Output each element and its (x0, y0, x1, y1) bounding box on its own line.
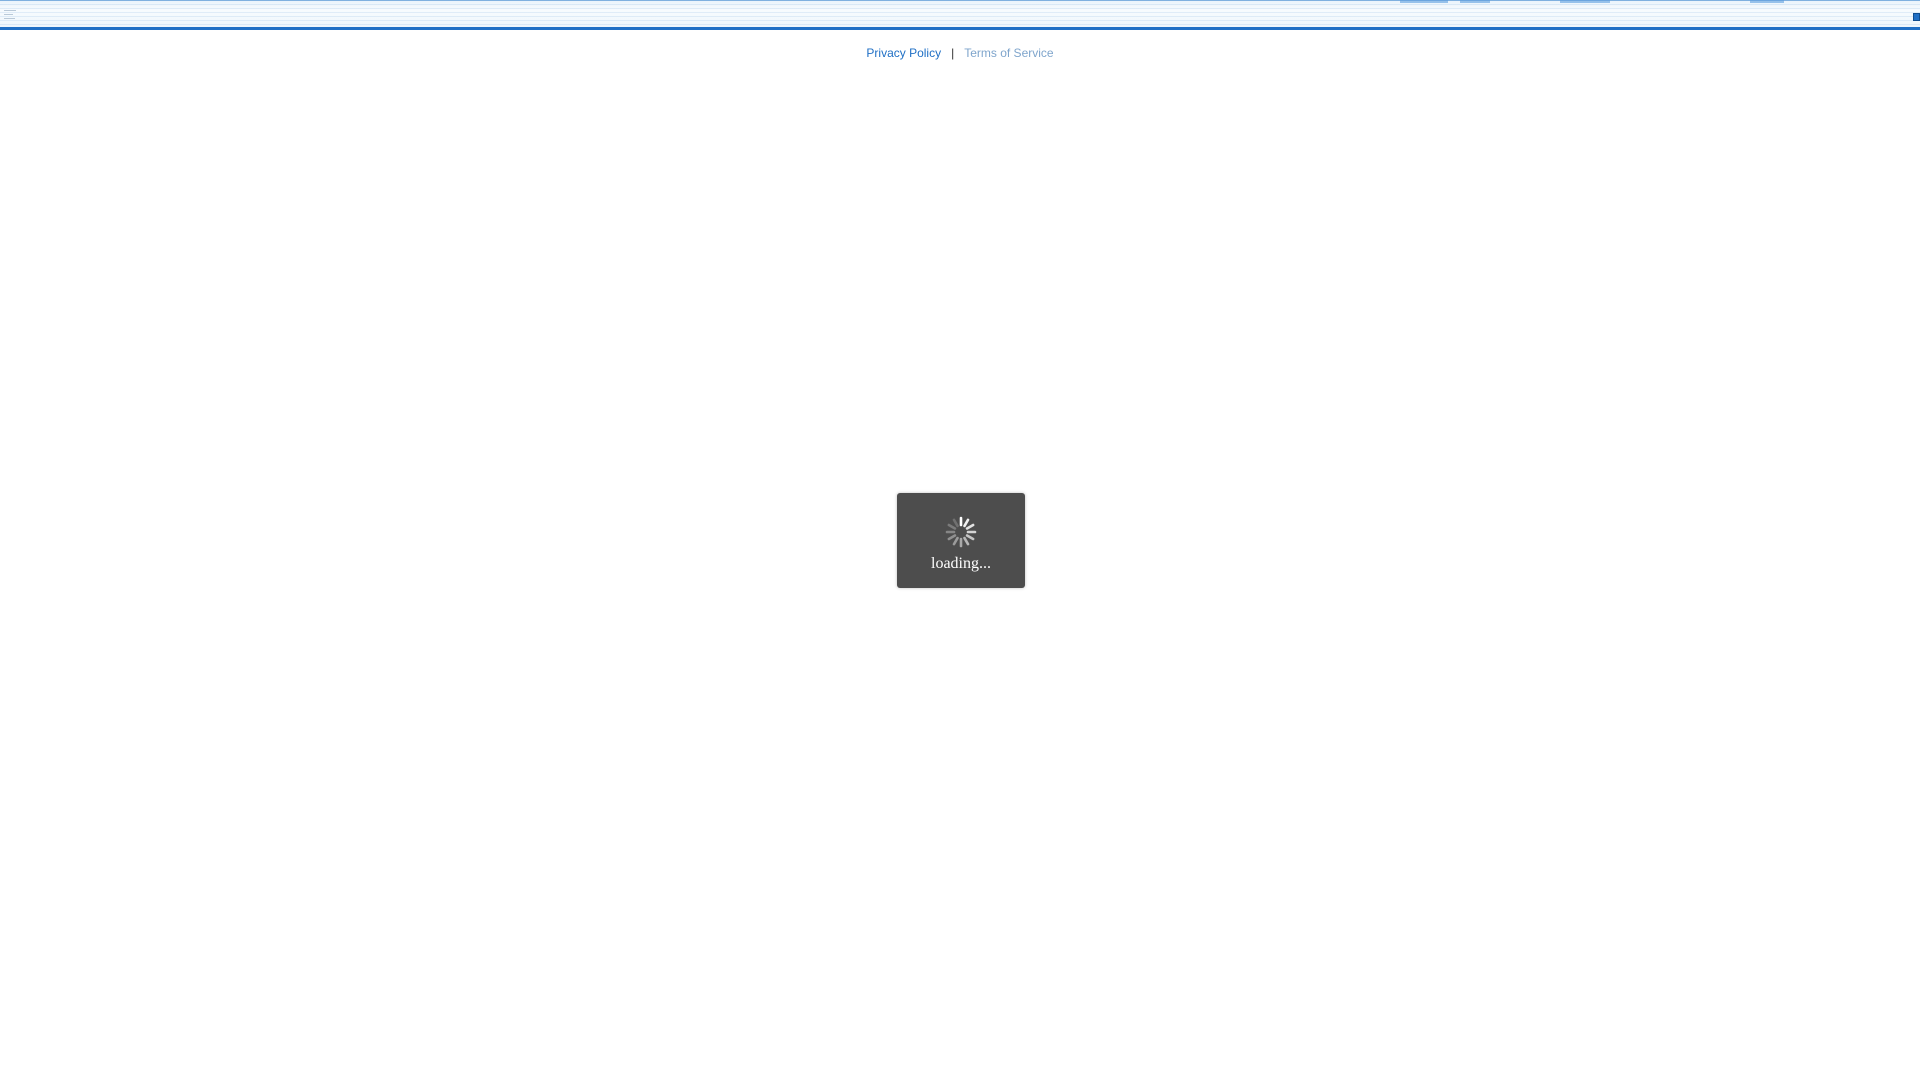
footer-links: Privacy Policy | Terms of Service (0, 45, 1920, 61)
page: Privacy Policy | Terms of Service loading.… (0, 0, 1920, 1080)
toolbar-highlight (1400, 0, 1448, 3)
top-toolbar (0, 0, 1920, 30)
toolbar-texture (0, 0, 1920, 27)
loading-text: loading... (931, 555, 991, 572)
toolbar-highlight (1460, 0, 1490, 3)
terms-of-service-link[interactable]: Terms of Service (964, 46, 1053, 60)
window-corner-icon[interactable] (1913, 13, 1920, 21)
link-separator: | (951, 46, 955, 60)
toolbar-top-border (0, 0, 1920, 1)
spinner-icon (945, 516, 977, 548)
menu-icon[interactable] (4, 10, 18, 24)
toolbar-highlight (1750, 0, 1784, 3)
loading-overlay: loading... (897, 493, 1025, 588)
privacy-policy-link[interactable]: Privacy Policy (866, 46, 941, 60)
toolbar-highlight (1560, 0, 1610, 3)
